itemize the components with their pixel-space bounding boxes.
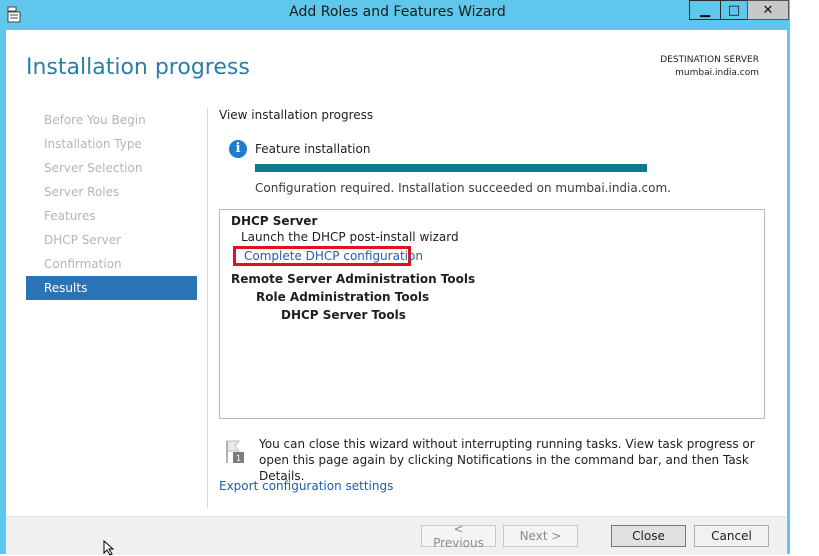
- close-window-button[interactable]: ✕: [747, 0, 789, 20]
- maximize-icon: □: [727, 2, 741, 18]
- section-subheading: View installation progress: [219, 108, 374, 122]
- wizard-window: Add Roles and Features Wizard ▁ □ ✕ Inst…: [0, 0, 790, 555]
- progress-fill: [255, 164, 647, 172]
- svg-text:1: 1: [236, 454, 241, 463]
- title-bar[interactable]: Add Roles and Features Wizard ▁ □ ✕: [0, 0, 790, 30]
- info-icon: i: [229, 140, 247, 158]
- previous-button[interactable]: < Previous: [421, 522, 496, 550]
- notification-text: You can close this wizard without interr…: [259, 437, 755, 483]
- wizard-client-area: Installation progress DESTINATION SERVER…: [6, 30, 787, 555]
- next-button[interactable]: Next >: [503, 525, 578, 547]
- destination-label: DESTINATION SERVER: [660, 55, 759, 65]
- result-dhcp-server-tools: DHCP Server Tools: [281, 308, 406, 322]
- nav-item-confirmation: Confirmation: [44, 257, 122, 271]
- result-role-admin-tools: Role Administration Tools: [256, 290, 430, 304]
- flag-notification-icon: 1: [226, 440, 244, 463]
- button-bar: < Previous Next > Close Cancel: [6, 516, 787, 555]
- result-dhcp-server: DHCP Server: [231, 214, 318, 228]
- nav-item-before-you-begin: Before You Begin: [44, 113, 146, 127]
- window-title: Add Roles and Features Wizard: [289, 4, 506, 20]
- close-icon: ✕: [762, 2, 774, 18]
- nav-item-features: Features: [44, 209, 96, 223]
- results-list: DHCP Server Launch the DHCP post-install…: [219, 209, 765, 419]
- nav-item-server-roles: Server Roles: [44, 185, 120, 199]
- complete-dhcp-configuration-link[interactable]: Complete DHCP configuration: [244, 249, 423, 263]
- nav-item-server-selection: Server Selection: [44, 161, 143, 175]
- wizard-steps-nav: Before You Begin Installation Type Serve…: [26, 108, 197, 300]
- minimize-button[interactable]: ▁: [689, 0, 721, 20]
- nav-item-results[interactable]: Results: [26, 276, 197, 300]
- installation-status-text: Configuration required. Installation suc…: [255, 181, 671, 195]
- nav-item-dhcp-server: DHCP Server: [44, 233, 122, 247]
- destination-server-name: mumbai.india.com: [675, 68, 759, 78]
- result-launch-post-install: Launch the DHCP post-install wizard: [241, 230, 459, 244]
- result-rsat: Remote Server Administration Tools: [231, 272, 476, 286]
- minimize-icon: ▁: [700, 2, 710, 18]
- close-button[interactable]: Close: [611, 525, 686, 547]
- nav-divider: [207, 108, 208, 508]
- feature-installation-label: Feature installation: [255, 142, 371, 156]
- destination-server-info: DESTINATION SERVER mumbai.india.com: [660, 54, 759, 80]
- installation-progress-bar: [255, 164, 647, 172]
- page-title: Installation progress: [26, 55, 250, 80]
- export-configuration-link[interactable]: Export configuration settings: [219, 479, 393, 493]
- cancel-button[interactable]: Cancel: [694, 525, 769, 547]
- maximize-button[interactable]: □: [720, 0, 748, 20]
- nav-item-installation-type: Installation Type: [44, 137, 142, 151]
